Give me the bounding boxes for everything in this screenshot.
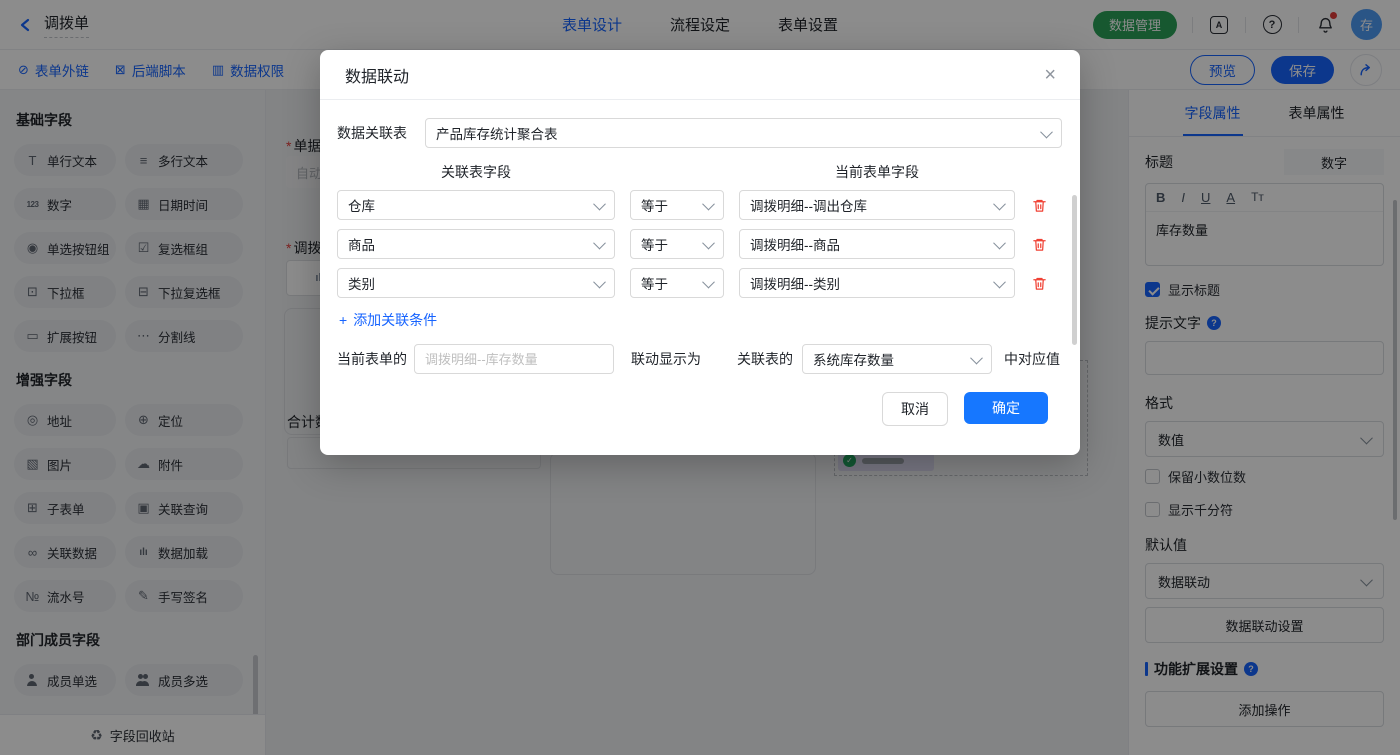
current-field-select[interactable]: 调拨明细--商品 xyxy=(739,229,1015,259)
chevron-down-icon xyxy=(702,275,715,288)
confirm-button[interactable]: 确定 xyxy=(964,392,1048,424)
current-field-select[interactable]: 调拨明细--调出仓库 xyxy=(739,190,1015,220)
add-condition-link[interactable]: + 添加关联条件 xyxy=(339,310,437,330)
select-value: 等于 xyxy=(641,273,668,293)
select-value: 调拨明细--类别 xyxy=(750,273,840,293)
trash-icon xyxy=(1032,236,1047,253)
related-field-column-header: 关联表字段 xyxy=(337,162,615,182)
suffix-label: 中对应值 xyxy=(1004,349,1060,369)
chevron-down-icon xyxy=(993,275,1006,288)
trash-icon xyxy=(1032,197,1047,214)
plus-icon: + xyxy=(339,312,347,328)
operator-select[interactable]: 等于 xyxy=(630,268,724,298)
app-root: 调拨单 表单设计流程设定表单设置 数据管理 A ? 存 ⊘表单外链⊠后端脚本▥数… xyxy=(0,0,1400,755)
condition-row: 商品 等于 调拨明细--商品 xyxy=(337,229,1062,259)
current-form-column-header: 当前表单字段 xyxy=(739,162,1015,182)
delete-condition-button[interactable] xyxy=(1030,234,1048,254)
chevron-down-icon xyxy=(970,351,983,364)
modal-scrollbar[interactable] xyxy=(1072,195,1077,345)
link-table-label: 数据关联表 xyxy=(337,123,407,143)
chevron-down-icon xyxy=(593,236,606,249)
cancel-button[interactable]: 取消 xyxy=(882,392,948,426)
select-value: 调拨明细--调出仓库 xyxy=(750,195,867,215)
related-field-select[interactable]: 仓库 xyxy=(337,190,615,220)
chevron-down-icon xyxy=(593,275,606,288)
linked-table-label: 关联表的 xyxy=(737,349,793,369)
condition-row: 类别 等于 调拨明细--类别 xyxy=(337,268,1062,298)
select-value: 类别 xyxy=(348,273,375,293)
current-field-select[interactable]: 调拨明细--类别 xyxy=(739,268,1015,298)
select-value: 等于 xyxy=(641,195,668,215)
operator-select[interactable]: 等于 xyxy=(630,229,724,259)
link-table-select[interactable]: 产品库存统计聚合表 xyxy=(425,118,1062,148)
display-as-label: 联动显示为 xyxy=(631,349,701,369)
chevron-down-icon xyxy=(1040,125,1053,138)
select-value: 调拨明细--商品 xyxy=(750,234,840,254)
trash-icon xyxy=(1032,275,1047,292)
chevron-down-icon xyxy=(702,197,715,210)
current-form-label: 当前表单的 xyxy=(337,349,407,369)
delete-condition-button[interactable] xyxy=(1030,273,1048,293)
select-value: 商品 xyxy=(348,234,375,254)
chevron-down-icon xyxy=(593,197,606,210)
chevron-down-icon xyxy=(993,197,1006,210)
linked-field-select[interactable]: 系统库存数量 xyxy=(802,344,992,374)
condition-row: 仓库 等于 调拨明细--调出仓库 xyxy=(337,190,1062,220)
chevron-down-icon xyxy=(993,236,1006,249)
current-form-field-input[interactable] xyxy=(414,344,614,374)
close-icon[interactable]: × xyxy=(1044,65,1056,85)
delete-condition-button[interactable] xyxy=(1030,195,1048,215)
select-value: 仓库 xyxy=(348,195,375,215)
chevron-down-icon xyxy=(702,236,715,249)
modal-title: 数据联动 xyxy=(345,63,409,87)
data-linkage-modal: 数据联动 × 数据关联表 产品库存统计聚合表 关联表字段 当前表单字段 仓库等于… xyxy=(320,50,1080,455)
operator-select[interactable]: 等于 xyxy=(630,190,724,220)
related-field-select[interactable]: 商品 xyxy=(337,229,615,259)
related-field-select[interactable]: 类别 xyxy=(337,268,615,298)
select-value: 等于 xyxy=(641,234,668,254)
